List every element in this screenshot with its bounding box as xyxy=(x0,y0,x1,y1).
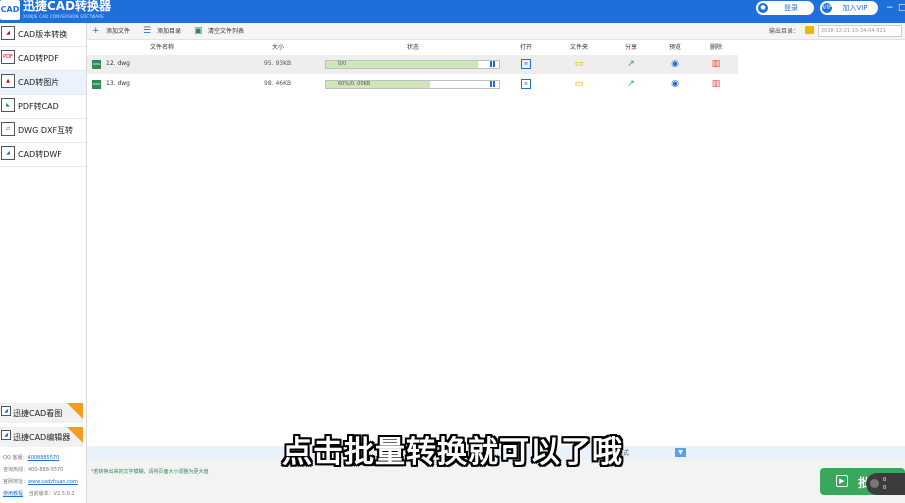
promo-label: 迅捷CAD看图 xyxy=(13,409,63,418)
cad-image-icon: ▲ xyxy=(1,74,15,88)
login-label: 登录 xyxy=(784,4,798,12)
open-folder-icon[interactable]: ▭ xyxy=(574,79,584,89)
col-share: 分享 xyxy=(624,44,638,51)
vip-label: 加入VIP xyxy=(842,4,868,12)
promo-cad-viewer[interactable]: ◢ 迅捷CAD看图 xyxy=(0,403,83,423)
app-title: 迅捷CAD转换器 xyxy=(23,0,112,13)
join-vip-button[interactable]: VIP 加入VIP xyxy=(820,1,878,15)
share-icon[interactable]: ↗ xyxy=(626,59,636,69)
file-size: 98. 46KB xyxy=(264,80,292,87)
list-icon: ☰ xyxy=(143,26,152,36)
col-delete: 删除 xyxy=(709,44,723,51)
add-file-label: 添加文件 xyxy=(106,28,131,35)
col-status: 状态 xyxy=(406,44,420,51)
pause-icon[interactable] xyxy=(490,61,496,67)
sidebar-item-cad-to-dwf[interactable]: ◢ CAD转DWF xyxy=(0,143,86,167)
cad-viewer-icon: ◢ xyxy=(1,406,11,416)
stats-value: 0 xyxy=(883,477,887,483)
app-logo: CAD xyxy=(0,0,20,20)
col-size: 大小 xyxy=(271,44,285,51)
version-text: 当前版本：V2.5.0.2 xyxy=(28,491,75,497)
open-file-icon[interactable]: ≡ xyxy=(521,79,531,89)
clear-list-label: 清空文件列表 xyxy=(208,28,245,35)
vip-icon: VIP xyxy=(822,3,832,13)
file-name: 12. dwg xyxy=(106,60,130,67)
video-subtitle: 点击批量转换就可以了哦 xyxy=(282,435,623,470)
progress-text: 0/0 xyxy=(338,61,347,67)
app-subtitle: XUNJIE CAD CONVERSION SOFTWARE xyxy=(23,14,104,19)
dwg-file-icon: DWG xyxy=(92,80,101,89)
open-folder-icon[interactable]: ▭ xyxy=(574,59,584,69)
sidebar-item-label: CAD转DWF xyxy=(18,150,62,159)
sidebar-item-cad-version[interactable]: ◢ CAD版本转换 xyxy=(0,23,86,47)
pdf-cad-icon: ◣ xyxy=(1,98,15,112)
col-open: 打开 xyxy=(519,44,533,51)
sidebar-item-dwg-dxf[interactable]: ⇄ DWG DXF互转 xyxy=(0,119,86,143)
sidebar-item-cad-to-image[interactable]: ▲ CAD转图片 xyxy=(0,71,86,95)
cad-version-icon: ◢ xyxy=(1,26,15,40)
output-dir-field[interactable]: 2018-12-21-15-34-04-521 xyxy=(818,25,902,37)
col-preview: 预览 xyxy=(668,44,682,51)
progress-fill xyxy=(326,61,479,68)
clear-icon: ▣ xyxy=(194,26,203,36)
plus-icon: + xyxy=(92,26,100,36)
cad-dwf-icon: ◢ xyxy=(1,146,15,160)
sidebar-item-label: DWG DXF互转 xyxy=(18,126,74,135)
sidebar-item-label: CAD转PDF xyxy=(18,54,59,63)
contact-site: 官网地址：www.cadzhuan.com xyxy=(3,478,78,485)
trash-icon[interactable]: ▥ xyxy=(711,59,721,69)
eye-icon[interactable]: ◉ xyxy=(670,79,680,89)
file-name: 13. dwg xyxy=(106,80,130,87)
play-icon: ▶ xyxy=(836,475,848,487)
dwg-dxf-icon: ⇄ xyxy=(1,122,15,136)
table-row[interactable]: DWG 13. dwg 98. 46KB 60%/0. 00KB ≡ ▭ ↗ ◉… xyxy=(87,75,738,94)
login-button[interactable]: ● 登录 xyxy=(756,1,814,15)
trash-icon[interactable]: ▥ xyxy=(711,79,721,89)
sidebar-item-label: PDF转CAD xyxy=(18,102,59,111)
progress-bar: 60%/0. 00KB xyxy=(325,80,500,89)
col-folder: 文件夹 xyxy=(569,44,589,51)
progress-text: 60%/0. 00KB xyxy=(338,81,371,87)
site-label: 官网地址： xyxy=(3,479,29,485)
col-name: 文件名称 xyxy=(149,44,175,51)
pause-icon[interactable] xyxy=(490,81,496,87)
table-row[interactable]: DWG 12. dwg 95. 93KB 0/0 ≡ ▭ ↗ ◉ ▥ xyxy=(87,55,738,74)
minimize-button[interactable]: − xyxy=(886,3,894,13)
share-icon[interactable]: ↗ xyxy=(626,79,636,89)
stats-value: 0 xyxy=(883,485,887,491)
sidebar-item-cad-to-pdf[interactable]: PDF CAD转PDF xyxy=(0,47,86,71)
folder-icon[interactable] xyxy=(805,26,814,34)
site-link[interactable]: www.cadzhuan.com xyxy=(28,479,78,485)
user-icon: ● xyxy=(758,3,768,13)
open-file-icon[interactable]: ≡ xyxy=(521,59,531,69)
eye-icon[interactable]: ◉ xyxy=(670,59,680,69)
table-header: 文件名称 大小 状态 打开 文件夹 分享 预览 删除 xyxy=(87,40,738,53)
sidebar-item-label: CAD版本转换 xyxy=(18,30,68,39)
cad-pdf-icon: PDF xyxy=(1,50,15,64)
guide-link[interactable]: 使用教程 xyxy=(3,491,23,497)
promo-badge xyxy=(67,403,83,419)
file-size: 95. 93KB xyxy=(264,60,292,67)
sidebar-item-pdf-to-cad[interactable]: ◣ PDF转CAD xyxy=(0,95,86,119)
dwg-file-icon: DWG xyxy=(92,60,101,69)
contact-version: 使用教程 当前版本：V2.5.0.2 xyxy=(3,490,75,497)
stats-overlay: 0 0 xyxy=(866,473,905,495)
title-bar: CAD 迅捷CAD转换器 XUNJIE CAD CONVERSION SOFTW… xyxy=(0,0,905,23)
add-folder-label: 添加目录 xyxy=(157,28,182,35)
stats-dot xyxy=(870,479,879,488)
restore-button[interactable]: □ xyxy=(898,3,905,13)
toolbar: + 添加文件 ☰ 添加目录 ▣ 清空文件列表 输出目录： 2018-12-21-… xyxy=(87,23,905,40)
progress-bar: 0/0 xyxy=(325,60,500,69)
sidebar-item-label: CAD转图片 xyxy=(18,78,60,87)
output-dir-label: 输出目录： xyxy=(769,28,800,35)
